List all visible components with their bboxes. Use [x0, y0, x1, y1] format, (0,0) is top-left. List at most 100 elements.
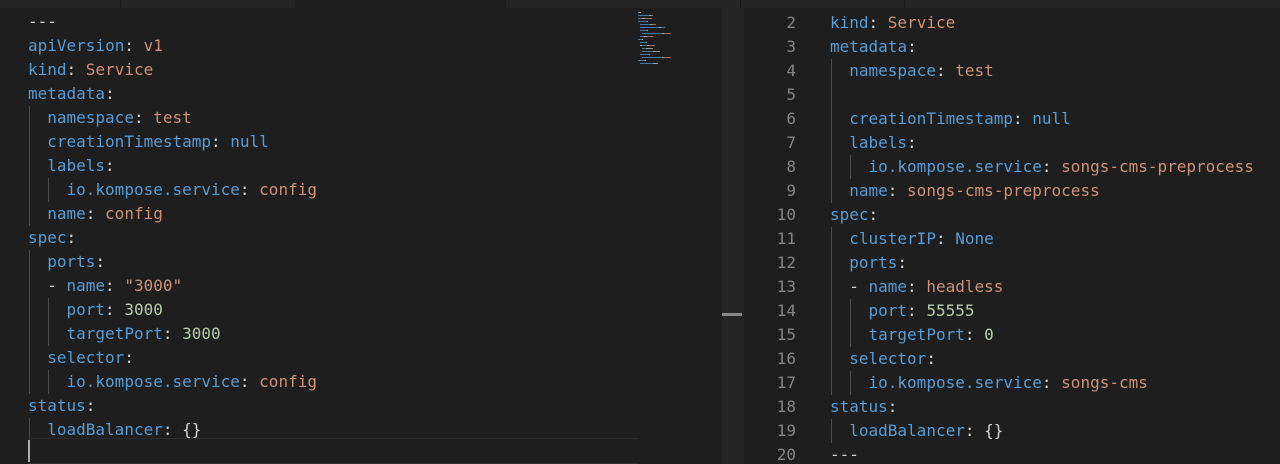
yaml-punctuation-token: : [897, 253, 908, 272]
yaml-punctuation-token: : [887, 397, 898, 416]
code-line[interactable]: 16 selector: [744, 347, 1280, 371]
tab-bar [0, 0, 1280, 8]
yaml-punctuation-token: {} [182, 420, 202, 439]
indent-guide [831, 227, 832, 251]
yaml-string-token: config [259, 372, 317, 391]
minimap-stroke [640, 54, 649, 55]
code-line[interactable]: 3 metadata: [744, 35, 1280, 59]
indent-guide [850, 371, 852, 395]
code-line[interactable]: 6 creationTimestamp: null [744, 107, 1280, 131]
minimap-stroke [642, 51, 653, 52]
code-text: - name: headless [849, 275, 1003, 299]
code-line[interactable]: selector: [0, 346, 640, 370]
code-line[interactable]: metadata: [0, 82, 640, 106]
code-line[interactable]: --- [0, 10, 640, 34]
yaml-string-token: headless [926, 277, 1004, 296]
yaml-punctuation-token: : [211, 132, 231, 151]
code-line[interactable]: 18 status: [744, 395, 1280, 419]
minimap-stroke [655, 63, 658, 64]
code-line[interactable]: 5 [744, 83, 1280, 107]
line-number: 8 [786, 157, 796, 176]
code-line[interactable]: targetPort: 3000 [0, 322, 640, 346]
code-line[interactable]: 20 --- [744, 443, 1280, 464]
code-line[interactable]: ports: [0, 250, 640, 274]
code-line[interactable]: 19 loadBalancer: {} [744, 419, 1280, 443]
editor-tab-active[interactable] [295, 0, 506, 8]
scrollbar-thumb[interactable] [722, 313, 742, 316]
editor-tab[interactable] [505, 0, 741, 8]
right-editor-pane[interactable]: 2 kind: Service 3 metadata: 4 namespace: test… [744, 8, 1280, 464]
code-line[interactable]: io.kompose.service: config [0, 370, 640, 394]
code-line[interactable]: 14 port: 55555 [744, 299, 1280, 323]
code-line[interactable]: 2 kind: Service [744, 11, 1280, 35]
line-number: 18 [776, 397, 796, 416]
code-line[interactable]: port: 3000 [0, 298, 640, 322]
code-line[interactable]: 9 name: songs-cms-preprocess [744, 179, 1280, 203]
yaml-key-token: apiVersion [28, 36, 125, 55]
code-line[interactable]: 13 - name: headless [744, 275, 1280, 299]
yaml-key-token: io.kompose.service [868, 157, 1042, 176]
line-number: 14 [776, 301, 796, 320]
minimap-stroke [638, 21, 647, 22]
yaml-key-token: metadata [28, 84, 106, 103]
minimap-stroke [642, 39, 644, 40]
code-text: creationTimestamp: null [849, 107, 1071, 131]
code-line[interactable]: spec: [0, 226, 640, 250]
editor-tab[interactable] [744, 0, 905, 8]
code-line[interactable]: 12 ports: [744, 251, 1280, 275]
editor-tab[interactable] [120, 0, 296, 8]
code-text: targetPort: 3000 [67, 322, 221, 346]
code-text: - name: "3000" [47, 274, 182, 298]
yaml-punctuation-token: : [66, 228, 77, 247]
indent-guide [29, 106, 30, 130]
yaml-key-token: spec [830, 205, 869, 224]
left-editor-pane[interactable]: --- apiVersion: v1 kind: Service metadata: n… [0, 8, 722, 464]
yaml-punctuation-token: : [907, 301, 927, 320]
yaml-punctuation-token: : [105, 276, 125, 295]
code-line[interactable]: apiVersion: v1 [0, 34, 640, 58]
yaml-key-token: namespace [849, 61, 936, 80]
editor-tab[interactable] [0, 0, 121, 8]
code-text: spec: [830, 203, 878, 227]
yaml-key-token: io.kompose.service [66, 180, 240, 199]
code-line[interactable]: 7 labels: [744, 131, 1280, 155]
indent-guide [831, 275, 832, 299]
yaml-punctuation-token: : [85, 204, 106, 223]
code-text: spec: [28, 226, 76, 250]
code-line[interactable]: name: config [0, 202, 640, 226]
indent-guide [29, 274, 30, 298]
indent-guide [850, 299, 852, 323]
yaml-punctuation-token: : [935, 229, 956, 248]
yaml-key-token: io.kompose.service [66, 372, 240, 391]
code-line[interactable]: io.kompose.service: config [0, 178, 640, 202]
code-line[interactable]: 15 targetPort: 0 [744, 323, 1280, 347]
code-line[interactable]: kind: Service [0, 58, 640, 82]
code-text: kind: Service [28, 58, 153, 82]
code-line[interactable]: creationTimestamp: null [0, 130, 640, 154]
code-line[interactable]: labels: [0, 154, 640, 178]
indent-guide [29, 154, 30, 178]
editor-split-divider[interactable] [722, 8, 744, 464]
yaml-punctuation-token: --- [28, 12, 57, 31]
minimap[interactable] [638, 12, 688, 72]
yaml-key-token: port [66, 300, 106, 319]
code-line[interactable]: namespace: test [0, 106, 640, 130]
code-line[interactable]: 4 namespace: test [744, 59, 1280, 83]
minimap-stroke [646, 30, 648, 31]
indent-guide [831, 179, 832, 203]
yaml-key-token: labels [47, 156, 106, 175]
code-text: io.kompose.service: config [67, 178, 317, 202]
code-text: selector: [849, 347, 936, 371]
yaml-key-token: None [955, 229, 994, 248]
code-line[interactable]: - name: "3000" [0, 274, 640, 298]
code-line[interactable]: 8 io.kompose.service: songs-cms-preproces… [744, 155, 1280, 179]
yaml-key-token: labels [849, 133, 908, 152]
code-line[interactable]: status: [0, 394, 640, 418]
code-line[interactable]: 11 clusterIP: None [744, 227, 1280, 251]
code-text: status: [830, 395, 897, 419]
code-text: ports: [849, 251, 907, 275]
code-line[interactable]: 10 spec: [744, 203, 1280, 227]
yaml-string-token: songs-cms-preprocess [907, 181, 1100, 200]
code-text: metadata: [830, 35, 917, 59]
code-line[interactable]: 17 io.kompose.service: songs-cms [744, 371, 1280, 395]
